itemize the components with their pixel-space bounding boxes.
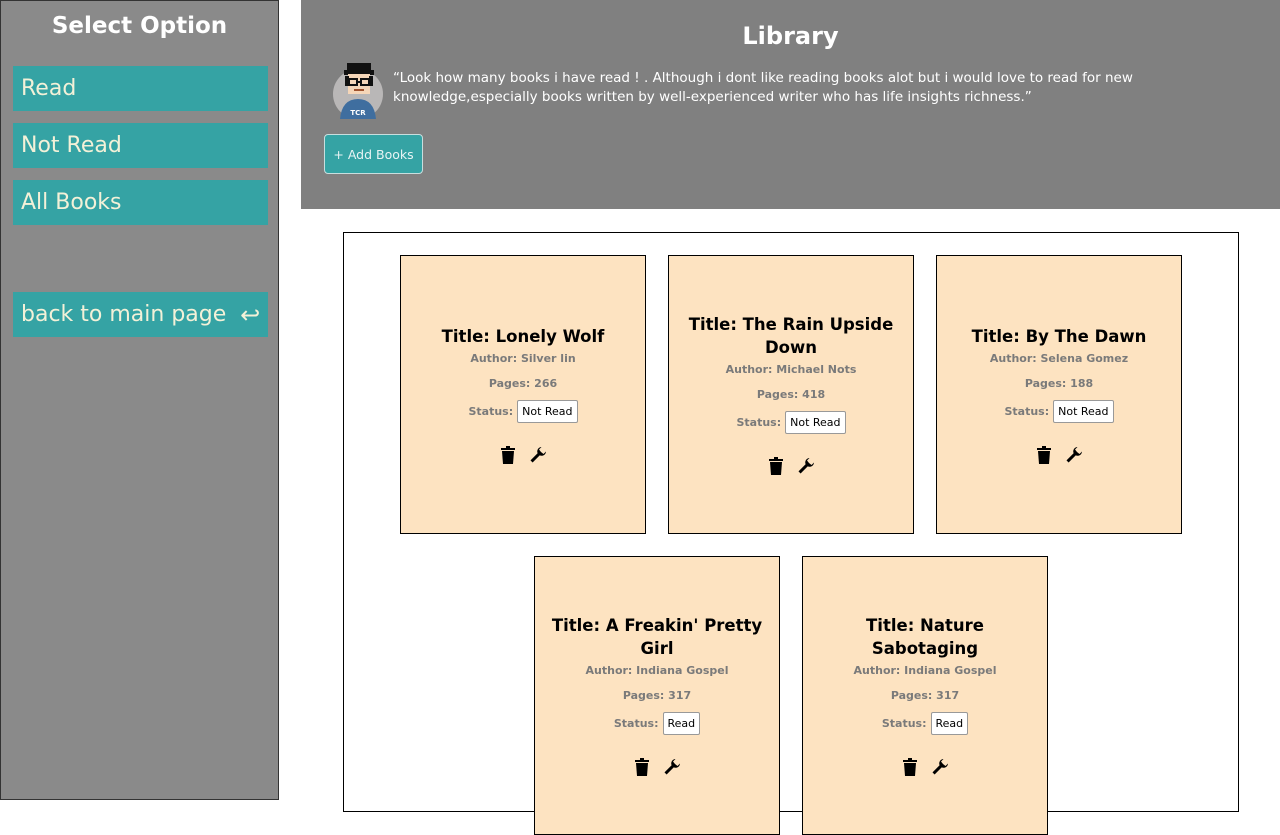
trash-icon[interactable] [901,757,919,777]
back-to-main-button[interactable]: back to main page ↩ [13,292,268,337]
status-label: Status: [613,717,659,730]
book-title: Title: The Rain Upside Down [688,315,894,357]
book-title: Title: Nature Sabotaging [866,616,984,658]
wrench-icon[interactable] [1065,445,1083,465]
book-title: Title: By The Dawn [971,326,1147,346]
sidebar-item-read[interactable]: Read [13,66,268,111]
wrench-icon[interactable] [931,757,949,777]
card-actions [901,757,949,777]
header: Library TCR “Look how many books i have … [301,0,1280,209]
status-row: Status: Read [613,712,701,735]
book-pages: Pages: 188 [1024,376,1094,390]
trash-icon[interactable] [633,757,651,777]
status-label: Status: [468,404,514,418]
wrench-icon[interactable] [529,445,547,465]
sidebar-title: Select Option [51,13,228,39]
book-title: Title: Lonely Wolf [441,326,605,346]
trash-icon[interactable] [1035,445,1053,465]
status-toggle-button[interactable]: Read [930,712,969,735]
status-row: Status: Not Read [1004,399,1114,423]
book-pages: Pages: 317 [622,689,692,702]
sidebar-item-all-books[interactable]: All Books [13,180,268,225]
status-row: Status: Not Read [468,399,578,423]
status-toggle-button[interactable]: Not Read [1053,399,1114,423]
book-card: Title: Nature Sabotaging Author: Indiana… [802,556,1048,835]
card-actions [499,445,547,465]
add-books-button[interactable]: + Add Books [324,134,423,174]
status-row: Status: Not Read [736,411,846,434]
book-card: Title: The Rain Upside Down Author: Mich… [668,255,914,534]
return-icon: ↩ [240,300,261,329]
back-to-main-label: back to main page [21,302,227,327]
book-author: Author: Selena Gomez [989,351,1129,365]
card-actions [633,757,681,777]
status-toggle-button[interactable]: Not Read [785,411,846,434]
wrench-icon[interactable] [797,456,815,476]
book-card: Title: A Freakin' Pretty Girl Author: In… [534,556,780,835]
quote-text: “Look how many books i have read ! . Alt… [393,70,1133,105]
book-author: Author: Michael Nots [725,363,857,376]
trash-icon[interactable] [767,456,785,476]
book-author: Author: Indiana Gospel [853,664,997,677]
status-row: Status: Read [881,712,969,735]
book-pages: Pages: 418 [756,388,826,401]
wrench-icon[interactable] [663,757,681,777]
svg-text:TCR: TCR [350,109,366,117]
avatar: TCR [332,57,384,123]
book-card: Title: By The Dawn Author: Selena Gomez … [936,255,1182,534]
book-pages: Pages: 317 [890,689,960,702]
status-label: Status: [736,416,782,429]
page-title: Library [742,22,839,50]
sidebar: Select Option Read Not Read All Books ba… [0,0,279,800]
trash-icon[interactable] [499,445,517,465]
card-actions [767,456,815,476]
sidebar-item-not-read[interactable]: Not Read [13,123,268,168]
status-label: Status: [881,717,927,730]
book-title: Title: A Freakin' Pretty Girl [551,616,763,658]
book-author: Author: Silver lin [470,351,576,365]
card-actions [1035,445,1083,465]
status-toggle-button[interactable]: Not Read [517,399,578,423]
status-label: Status: [1004,404,1050,418]
book-card: Title: Lonely Wolf Author: Silver lin Pa… [400,255,646,534]
status-toggle-button[interactable]: Read [662,712,701,735]
book-author: Author: Indiana Gospel [585,664,729,677]
books-container: Title: Lonely Wolf Author: Silver lin Pa… [343,232,1239,835]
book-pages: Pages: 266 [488,376,558,390]
